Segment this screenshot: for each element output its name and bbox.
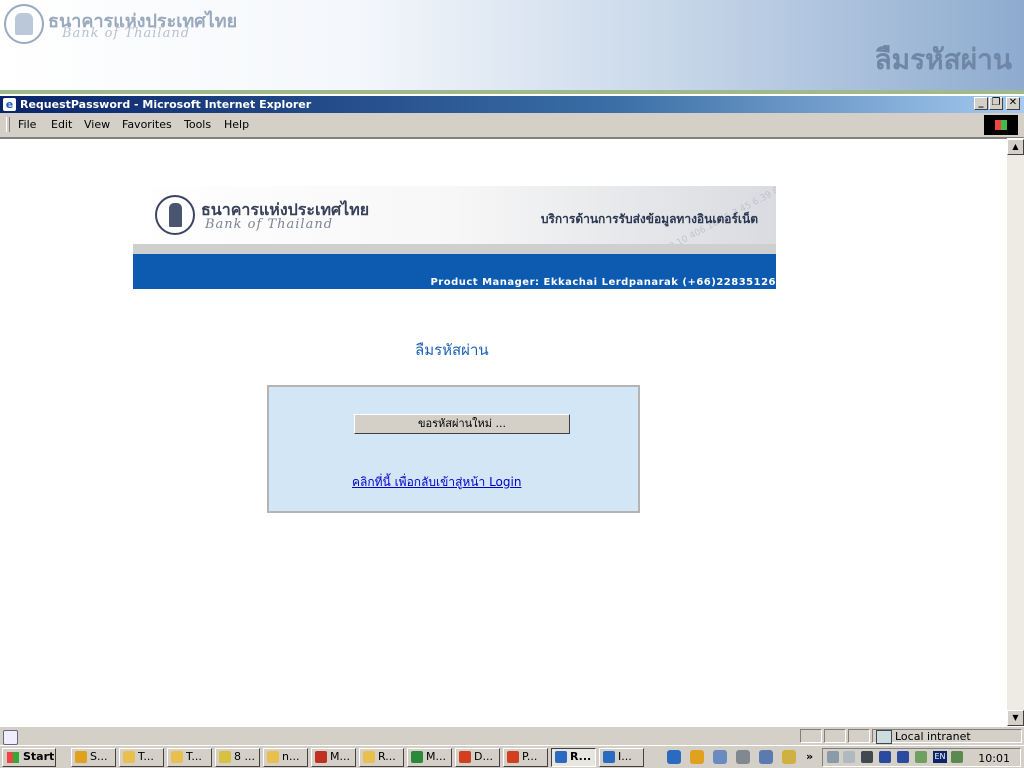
slide-divider: [0, 90, 1024, 94]
window-app-icon: [555, 751, 567, 763]
menu-favorites[interactable]: Favorites: [122, 118, 172, 131]
taskbar-window-button[interactable]: 8 ...: [215, 748, 260, 767]
system-tray: EN 10:01: [822, 748, 1021, 767]
status-bar: Local intranet: [0, 726, 1024, 746]
quicklaunch-icon[interactable]: [713, 750, 727, 764]
status-pane: [848, 729, 870, 743]
taskbar-window-label: P...: [522, 750, 538, 763]
request-new-password-button[interactable]: ขอรหัสผ่านใหม่ ...: [354, 414, 570, 434]
window-app-icon: [507, 751, 519, 763]
request-password-panel: ขอรหัสผ่านใหม่ ... คลิกที่นี้ เพื่อกลับเ…: [267, 385, 640, 513]
taskbar-window-button[interactable]: S...: [71, 748, 116, 767]
language-indicator[interactable]: EN: [933, 751, 947, 763]
window-app-icon: [267, 751, 279, 763]
window-app-icon: [363, 751, 375, 763]
window-app-icon: [75, 751, 87, 763]
restore-button[interactable]: ❐: [989, 97, 1003, 110]
taskbar-window-label: R...: [570, 750, 592, 763]
product-manager-info: Product Manager: Ekkachai Lerdpanarak (+…: [430, 277, 776, 288]
window-app-icon: [411, 751, 423, 763]
menu-view[interactable]: View: [84, 118, 110, 131]
clock[interactable]: 10:01: [978, 752, 1010, 765]
taskbar: Start S... T... T... 8 ... n... M... R... M... D…: [0, 745, 1024, 768]
taskbar-window-label: T...: [186, 750, 202, 763]
menu-tools[interactable]: Tools: [184, 118, 211, 131]
taskbar-window-button[interactable]: D...: [455, 748, 500, 767]
slide-header: ธนาคารแห่งประเทศไทย Bank of Thailand ลืม…: [0, 0, 1024, 92]
security-zone-label: Local intranet: [895, 730, 971, 743]
page-status-icon: [3, 730, 18, 745]
slide-title: ลืมรหัสผ่าน: [874, 43, 1012, 76]
banner-service-title: บริการด้านการรับส่งข้อมูลทางอินเตอร์เน็ต: [540, 212, 758, 226]
quicklaunch-overflow-icon[interactable]: »: [806, 750, 813, 763]
taskbar-window-button[interactable]: I...: [599, 748, 644, 767]
taskbar-window-button[interactable]: R...: [551, 748, 596, 767]
windows-logo-icon: [984, 115, 1018, 135]
menu-edit[interactable]: Edit: [51, 118, 72, 131]
banner-stripe: [133, 244, 776, 254]
toolbar-grip[interactable]: [6, 117, 10, 132]
antivirus-icon[interactable]: [897, 751, 909, 763]
taskbar-window-label: D...: [474, 750, 493, 763]
banner-bank-name-english: Bank of Thailand: [205, 217, 334, 232]
window-titlebar[interactable]: e RequestPassword - Microsoft Internet E…: [0, 96, 1024, 113]
taskbar-window-label: I...: [618, 750, 632, 763]
back-to-login-link[interactable]: คลิกที่นี้ เพื่อกลับเข้าสู่หน้า Login: [352, 473, 521, 492]
site-banner: 7.23 32.098 8.3 15,378.5 0.10 406.10 55.…: [133, 186, 776, 289]
taskbar-window-button[interactable]: M...: [407, 748, 452, 767]
minimize-button[interactable]: _: [974, 97, 988, 110]
close-button[interactable]: ✕: [1006, 97, 1020, 110]
taskbar-window-button[interactable]: n...: [263, 748, 308, 767]
tray-app-icon[interactable]: [861, 751, 873, 763]
status-pane: [800, 729, 822, 743]
window-app-icon: [219, 751, 231, 763]
menu-file[interactable]: File: [18, 118, 36, 131]
quicklaunch-icon[interactable]: [736, 750, 750, 764]
menu-help[interactable]: Help: [224, 118, 249, 131]
scroll-up-button[interactable]: ▲: [1007, 139, 1024, 155]
menu-bar: File Edit View Favorites Tools Help: [0, 113, 1024, 138]
volume-icon[interactable]: [843, 751, 855, 763]
taskbar-window-label: T...: [138, 750, 154, 763]
bank-seal-icon: [155, 195, 195, 235]
window-app-icon: [123, 751, 135, 763]
taskbar-window-button[interactable]: M...: [311, 748, 356, 767]
banner-blue-bar: Product Manager: Ekkachai Lerdpanarak (+…: [133, 254, 776, 289]
network-icon[interactable]: [827, 751, 839, 763]
window-app-icon: [315, 751, 327, 763]
taskbar-window-button[interactable]: T...: [167, 748, 212, 767]
quicklaunch-icon[interactable]: [782, 750, 796, 764]
start-button[interactable]: Start: [2, 748, 56, 767]
window-app-icon: [171, 751, 183, 763]
taskbar-window-label: S...: [90, 750, 108, 763]
tray-app-icon[interactable]: [951, 751, 963, 763]
window-app-icon: [459, 751, 471, 763]
ie-quicklaunch-icon[interactable]: [667, 750, 681, 764]
bank-seal-icon: [4, 4, 44, 44]
outlook-quicklaunch-icon[interactable]: [690, 750, 704, 764]
ie-icon[interactable]: e: [3, 98, 16, 111]
taskbar-window-button[interactable]: T...: [119, 748, 164, 767]
shield-icon[interactable]: [879, 751, 891, 763]
scroll-down-button[interactable]: ▼: [1007, 710, 1024, 726]
page-heading: ลืมรหัสผ่าน: [415, 341, 489, 359]
taskbar-window-label: M...: [426, 750, 446, 763]
taskbar-window-label: M...: [330, 750, 350, 763]
window-title: RequestPassword - Microsoft Internet Exp…: [20, 98, 312, 111]
slide-bank-name-english: Bank of Thailand: [62, 26, 191, 41]
taskbar-window-label: 8 ...: [234, 750, 255, 763]
taskbar-window-label: n...: [282, 750, 300, 763]
window-app-icon: [603, 751, 615, 763]
quicklaunch-icon[interactable]: [759, 750, 773, 764]
tray-app-icon[interactable]: [915, 751, 927, 763]
taskbar-window-label: R...: [378, 750, 396, 763]
status-pane: [824, 729, 846, 743]
taskbar-window-button[interactable]: R...: [359, 748, 404, 767]
vertical-scrollbar[interactable]: ▲ ▼: [1007, 139, 1024, 726]
intranet-zone-icon: [876, 730, 892, 744]
taskbar-window-button[interactable]: P...: [503, 748, 548, 767]
